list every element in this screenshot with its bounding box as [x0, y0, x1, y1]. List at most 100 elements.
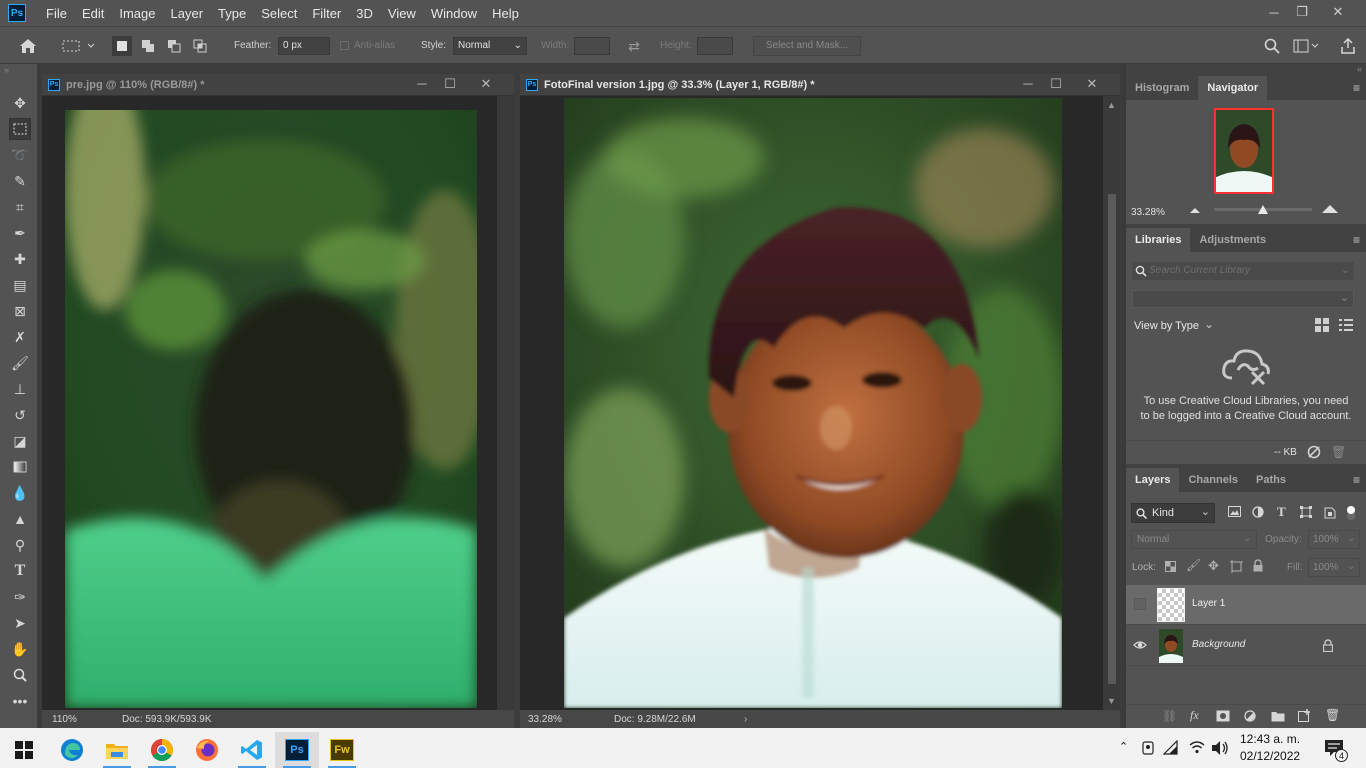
doc-size-info[interactable]: Doc: 9.28M/22.6M — [614, 714, 744, 725]
edge-icon[interactable] — [50, 732, 94, 768]
layer-style-icon[interactable]: fx — [1190, 708, 1199, 723]
eye-icon[interactable] — [1133, 640, 1147, 650]
scroll-up-icon[interactable]: ▲ — [1107, 100, 1116, 110]
layer-row[interactable]: Background — [1126, 626, 1366, 666]
quick-selection-tool-icon[interactable]: ✎ — [9, 170, 31, 192]
lock-artboard-icon[interactable] — [1230, 560, 1243, 573]
document-tab-pre[interactable]: Ps pre.jpg @ 110% (RGB/8#) * ─ ☐ ✕ — [42, 74, 514, 96]
doc-restore-button[interactable]: ☐ — [1046, 76, 1066, 92]
photo-fotofinal-canvas[interactable] — [564, 98, 1062, 708]
zoom-level[interactable]: 33.28% — [528, 714, 614, 725]
eyedropper-tool-icon[interactable]: ✒ — [9, 222, 31, 244]
panel-menu-icon[interactable]: ≡ — [1353, 81, 1360, 95]
chrome-icon[interactable] — [140, 732, 184, 768]
network-icon[interactable] — [1163, 740, 1179, 756]
lock-position-icon[interactable]: ✥ — [1208, 558, 1219, 574]
menu-select[interactable]: Select — [261, 6, 297, 21]
doc-minimize-button[interactable]: ─ — [412, 76, 432, 91]
layer-name[interactable]: Background — [1192, 639, 1245, 650]
dodge-tool-icon[interactable]: ⚲ — [9, 534, 31, 556]
link-layers-icon[interactable]: ⛓ — [1162, 709, 1177, 723]
cloud-sync-icon[interactable] — [1306, 445, 1322, 459]
home-icon[interactable] — [16, 36, 40, 56]
photo-pre-canvas[interactable] — [65, 110, 477, 708]
menu-edit[interactable]: Edit — [82, 6, 104, 21]
chevron-up-icon[interactable]: ⌃ — [1119, 740, 1128, 753]
layer-filter-select[interactable]: Kind ⌄ — [1131, 503, 1215, 523]
tab-libraries[interactable]: Libraries — [1126, 228, 1191, 252]
swap-icon[interactable]: ⇄ — [624, 36, 644, 56]
doc-minimize-button[interactable]: ─ — [1018, 76, 1038, 91]
frame-tool-icon[interactable]: ⊠ — [9, 300, 31, 322]
antialias-checkbox[interactable] — [340, 41, 349, 50]
vscode-icon[interactable] — [230, 732, 274, 768]
tab-navigator[interactable]: Navigator — [1198, 76, 1268, 100]
tab-paths[interactable]: Paths — [1247, 468, 1295, 492]
zoom-in-icon[interactable] — [1322, 202, 1338, 214]
windows-start-icon[interactable] — [2, 732, 46, 768]
crop-tool-icon[interactable]: ⌗ — [9, 196, 31, 218]
subtract-selection-icon[interactable] — [164, 36, 184, 56]
shape-layer-filter-icon[interactable] — [1300, 506, 1312, 518]
firefox-icon[interactable] — [185, 732, 229, 768]
adjustment-layer-filter-icon[interactable] — [1252, 506, 1264, 518]
clock-time[interactable]: 12:43 a. m. — [1240, 732, 1300, 746]
healing-brush-tool-icon[interactable]: ✚ — [9, 248, 31, 270]
vertical-scrollbar[interactable] — [497, 96, 514, 710]
move-tool-icon[interactable]: ✥ — [9, 92, 31, 114]
vertical-scrollbar[interactable]: ▲ ▼ — [1103, 96, 1120, 710]
content-aware-move-tool-icon[interactable]: ✗ — [9, 326, 31, 348]
pen-tool-icon[interactable]: ✑ — [9, 586, 31, 608]
search-icon[interactable] — [1262, 36, 1282, 56]
menu-type[interactable]: Type — [218, 6, 246, 21]
doc-size-info[interactable]: Doc: 593.9K/593.9K — [122, 714, 212, 725]
brush-tool-icon[interactable]: 🖌 — [9, 352, 31, 374]
marquee-preset-button[interactable] — [58, 36, 98, 56]
zoom-out-icon[interactable] — [1190, 206, 1200, 214]
rectangular-marquee-tool-icon[interactable] — [9, 118, 31, 140]
grid-view-icon[interactable] — [1315, 318, 1329, 332]
navigator-zoom-value[interactable]: 33.28% — [1131, 207, 1165, 218]
panel-menu-icon[interactable]: ≡ — [1353, 473, 1360, 487]
gradient-tool-icon[interactable] — [9, 456, 31, 478]
fill-input[interactable]: 100% ⌄ — [1308, 558, 1360, 577]
menu-file[interactable]: File — [46, 6, 67, 21]
restore-button[interactable]: ❐ — [1286, 0, 1318, 24]
doc-restore-button[interactable]: ☐ — [440, 76, 460, 92]
scroll-thumb[interactable] — [1108, 194, 1116, 684]
lasso-tool-icon[interactable]: ➰ — [9, 144, 31, 166]
zoom-level[interactable]: 110% — [52, 714, 122, 725]
file-explorer-icon[interactable] — [95, 732, 139, 768]
doc-close-button[interactable]: ✕ — [1082, 76, 1102, 92]
blur-tool-icon[interactable]: 💧 — [9, 482, 31, 504]
add-selection-icon[interactable] — [138, 36, 158, 56]
type-tool-icon[interactable]: T — [9, 560, 31, 582]
hand-tool-icon[interactable]: ✋ — [9, 638, 31, 660]
add-mask-icon[interactable] — [1216, 710, 1230, 722]
feather-input[interactable]: 0 px — [278, 37, 330, 55]
width-input[interactable] — [574, 37, 610, 55]
photoshop-logo[interactable]: Ps — [8, 4, 26, 22]
path-selection-tool-icon[interactable]: ➤ — [9, 612, 31, 634]
visibility-toggle[interactable] — [1134, 598, 1146, 610]
lock-image-pixels-icon[interactable]: 🖌 — [1186, 558, 1201, 572]
history-brush-tool-icon[interactable]: ↺ — [9, 404, 31, 426]
layer-row[interactable]: Layer 1 — [1126, 585, 1366, 625]
delete-layer-icon[interactable]: 🗑 — [1325, 708, 1340, 722]
smart-object-filter-icon[interactable] — [1324, 505, 1336, 519]
style-select[interactable]: Normal ⌄ — [453, 37, 527, 55]
intersect-selection-icon[interactable] — [190, 36, 210, 56]
clone-stamp-tool-icon[interactable]: ⊥ — [9, 378, 31, 400]
clock-date[interactable]: 02/12/2022 — [1240, 749, 1300, 763]
document-tab-fotofinal[interactable]: Ps FotoFinal version 1.jpg @ 33.3% (Laye… — [520, 74, 1120, 96]
menu-3d[interactable]: 3D — [356, 6, 373, 21]
volume-icon[interactable] — [1211, 740, 1229, 756]
panel-menu-icon[interactable]: ≡ — [1353, 233, 1360, 247]
share-icon[interactable] — [1338, 36, 1358, 56]
tab-layers[interactable]: Layers — [1126, 468, 1180, 492]
tab-histogram[interactable]: Histogram — [1126, 76, 1198, 100]
wifi-icon[interactable] — [1189, 740, 1205, 754]
tab-channels[interactable]: Channels — [1179, 468, 1247, 492]
zoom-slider-thumb[interactable] — [1258, 205, 1268, 214]
collapse-arrows-icon[interactable]: » — [4, 65, 9, 75]
